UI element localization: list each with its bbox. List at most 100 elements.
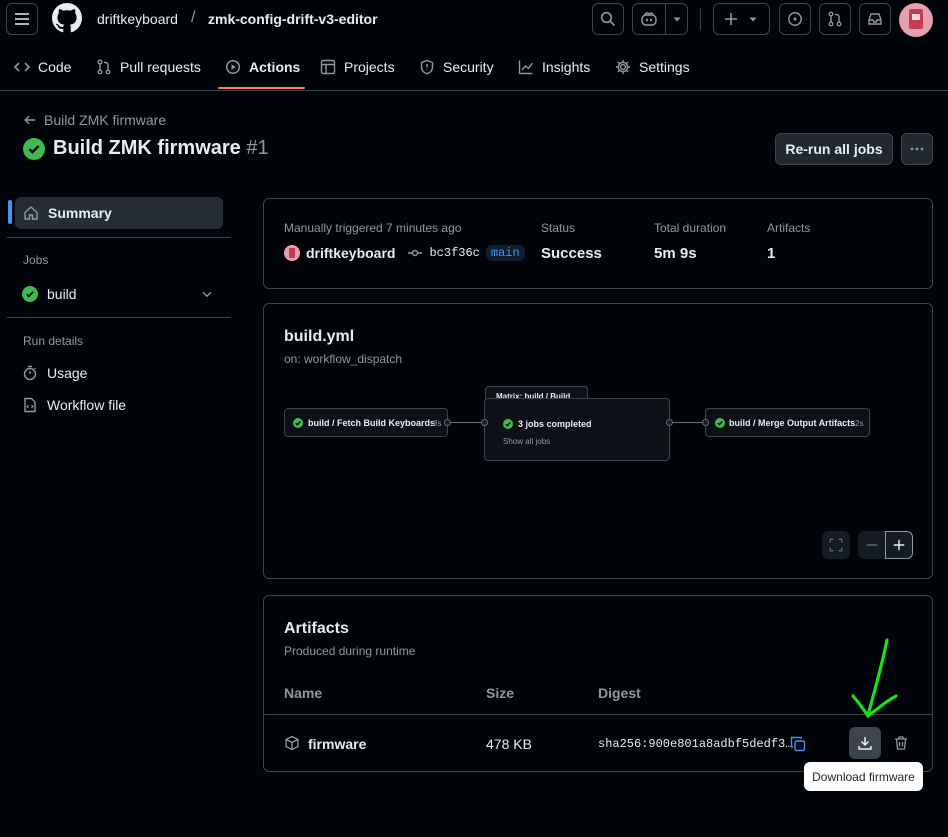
download-icon <box>858 737 872 750</box>
copilot-button-group <box>632 3 688 35</box>
commit-sha[interactable]: bc3f36c <box>429 246 479 260</box>
search-button[interactable] <box>592 3 624 35</box>
delete-artifact-button[interactable] <box>889 727 913 759</box>
artifact-name-link[interactable]: firmware <box>308 736 366 752</box>
sidebar-divider <box>7 317 231 318</box>
back-link-label: Build ZMK firmware <box>44 112 167 128</box>
run-summary-card: Manually triggered 7 minutes ago driftke… <box>263 198 933 289</box>
job-node-duration: 8s <box>433 419 442 428</box>
sidebar-usage-label: Usage <box>47 365 88 381</box>
sidebar-workflow-file-label: Workflow file <box>47 397 127 413</box>
actor-link[interactable]: driftkeyboard <box>306 245 395 261</box>
tab-insights[interactable]: Insights <box>518 59 590 75</box>
download-artifact-button[interactable] <box>849 727 881 759</box>
matrix-tab-edge <box>582 386 588 394</box>
sidebar-job-label: build <box>47 286 77 302</box>
summary-active-indicator <box>8 200 12 224</box>
artifacts-count-label: Artifacts <box>767 221 811 235</box>
triangle-down-icon <box>749 17 757 22</box>
more-options-button[interactable] <box>901 133 933 165</box>
kebab-horizontal-icon <box>910 147 924 151</box>
tab-code[interactable]: Code <box>14 59 71 75</box>
inbox-button[interactable] <box>859 3 891 35</box>
workflow-filename[interactable]: build.yml <box>284 328 354 346</box>
graph-port <box>666 419 673 426</box>
tab-pull-requests[interactable]: Pull requests <box>96 59 201 75</box>
copilot-button[interactable] <box>633 4 666 34</box>
screen-full-icon <box>829 538 843 552</box>
show-all-jobs-link[interactable]: Show all jobs <box>503 437 550 446</box>
tab-settings[interactable]: Settings <box>615 59 690 75</box>
create-new-button[interactable] <box>713 3 770 35</box>
graph-port <box>481 419 488 426</box>
download-tooltip: Download firmware <box>804 762 923 791</box>
branch-label[interactable]: main <box>485 245 525 261</box>
matrix-status: 3 jobs completed <box>518 419 592 429</box>
back-link[interactable]: Build ZMK firmware <box>23 112 166 128</box>
sidebar-job-build[interactable]: build <box>15 279 223 309</box>
job-node-fetch[interactable]: build / Fetch Build Keyboards 8s <box>284 408 451 437</box>
sidebar-summary-label: Summary <box>48 205 112 221</box>
job-node-label: build / Fetch Build Keyboards <box>308 418 436 428</box>
menu-button[interactable] <box>6 3 38 35</box>
github-logo-icon[interactable] <box>52 3 82 33</box>
duration-value: 5m 9s <box>654 245 697 262</box>
play-icon <box>225 59 241 75</box>
git-pull-request-icon <box>828 11 842 27</box>
tab-actions[interactable]: Actions <box>225 59 300 75</box>
success-check-icon <box>293 418 303 428</box>
download-tooltip-text: Download firmware <box>812 769 915 784</box>
success-check-icon <box>503 419 513 429</box>
tab-projects[interactable]: Projects <box>320 59 395 75</box>
job-node-label: build / Merge Output Artifacts <box>729 418 856 428</box>
column-header-name: Name <box>284 685 323 701</box>
repo-tabs: Code Pull requests Actions Projects Secu… <box>0 51 948 91</box>
run-meta: driftkeyboard bc3f36c main <box>284 245 525 261</box>
graph-connector <box>670 422 704 423</box>
artifact-size: 478 KB <box>486 736 532 752</box>
owner-link[interactable]: driftkeyboard <box>97 11 178 27</box>
chevron-down-icon[interactable] <box>200 287 214 301</box>
graph-connector <box>450 422 484 423</box>
sidebar-item-usage[interactable]: Usage <box>22 365 87 381</box>
graph-port <box>702 419 709 426</box>
tab-label: Security <box>443 59 494 75</box>
artifacts-card: Artifacts Produced during runtime Name S… <box>263 595 933 772</box>
git-pull-request-icon <box>97 59 111 75</box>
copilot-icon <box>641 12 657 26</box>
repo-link[interactable]: zmk-config-drift-v3-editor <box>208 11 378 27</box>
tab-label: Insights <box>542 59 591 75</box>
zoom-out-button[interactable] <box>858 531 886 559</box>
sidebar-item-workflow-file[interactable]: Workflow file <box>22 397 126 413</box>
sidebar-item-summary[interactable]: Summary <box>15 197 223 229</box>
duration-label: Total duration <box>654 221 727 235</box>
fullscreen-button[interactable] <box>822 531 850 559</box>
tab-label: Pull requests <box>120 59 201 75</box>
copy-icon[interactable] <box>790 736 806 752</box>
user-avatar[interactable] <box>899 3 933 37</box>
package-icon <box>285 735 299 751</box>
triangle-down-icon <box>673 17 681 22</box>
shield-icon <box>420 59 434 75</box>
matrix-node[interactable]: 3 jobs completed Show all jobs <box>481 398 673 461</box>
table-icon <box>320 59 336 75</box>
page-title-text: Build ZMK firmware <box>53 137 241 159</box>
tab-label: Actions <box>249 59 301 75</box>
copilot-dropdown-button[interactable] <box>667 4 687 34</box>
inbox-icon <box>868 13 882 25</box>
rerun-all-jobs-button[interactable]: Re-run all jobs <box>775 133 893 165</box>
column-header-digest: Digest <box>598 685 641 701</box>
workflow-trigger: on: workflow_dispatch <box>284 352 403 366</box>
actor-avatar[interactable] <box>284 245 300 261</box>
hamburger-icon <box>15 13 29 25</box>
success-check-icon <box>715 418 725 428</box>
trash-icon <box>895 736 907 750</box>
tab-security[interactable]: Security <box>419 59 494 75</box>
job-node-merge[interactable]: build / Merge Output Artifacts 2s <box>702 408 870 437</box>
pull-requests-button[interactable] <box>819 3 851 35</box>
plus-icon <box>893 539 905 551</box>
git-commit-icon <box>408 249 423 257</box>
annotation-arrow-icon <box>851 638 898 719</box>
issues-button[interactable] <box>779 3 811 35</box>
zoom-in-button[interactable] <box>885 531 913 559</box>
